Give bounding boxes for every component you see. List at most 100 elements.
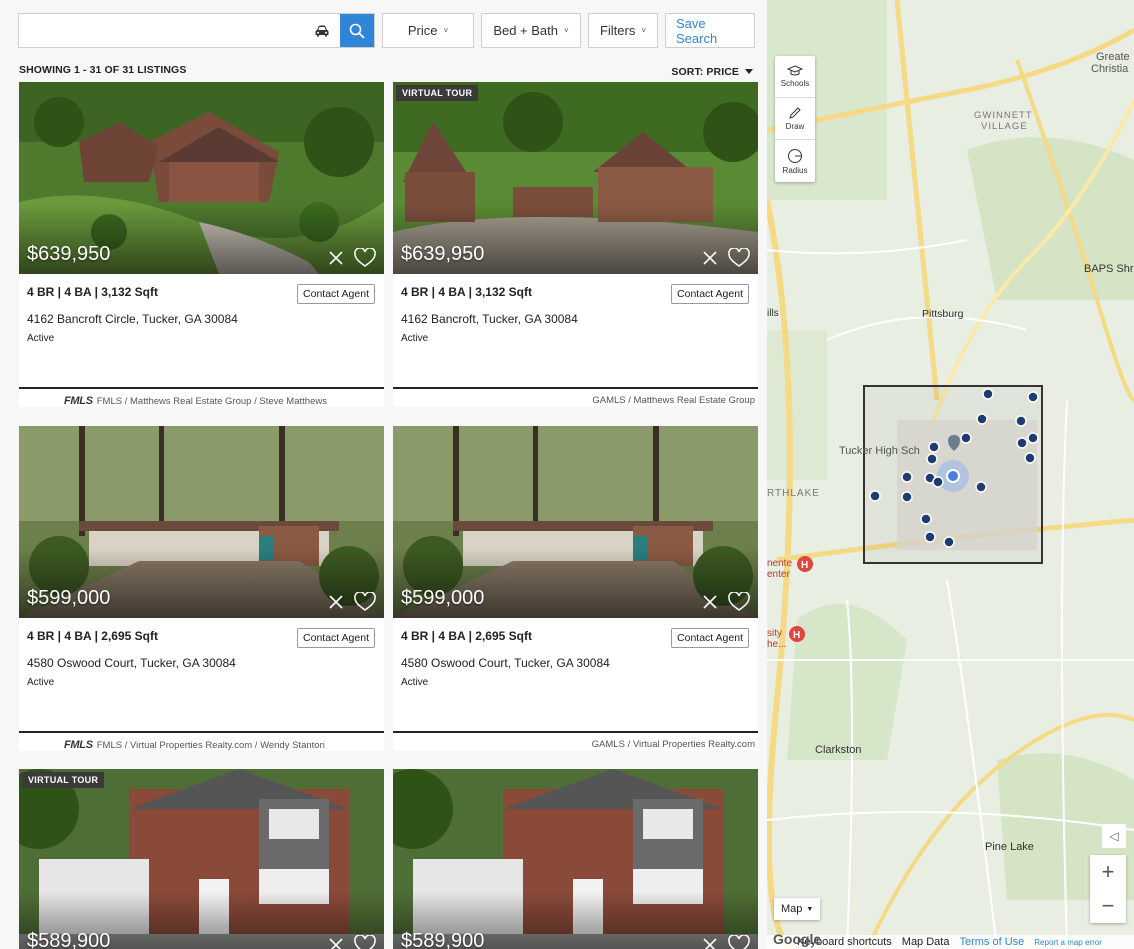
- close-icon[interactable]: [702, 250, 718, 266]
- listing-photo[interactable]: $599,000: [19, 426, 384, 618]
- map-type-dropdown[interactable]: Map ▼: [774, 898, 821, 920]
- listing-pin[interactable]: [943, 536, 955, 548]
- listing-address[interactable]: 4162 Bancroft Circle, Tucker, GA 30084: [27, 312, 238, 326]
- listing-pin[interactable]: [1027, 391, 1039, 403]
- listing-card[interactable]: $589,900: [393, 769, 758, 949]
- bed-bath-filter-button[interactable]: Bed + Bath ˅: [481, 13, 581, 48]
- map-panel[interactable]: H H GWINNETT VILLAGE Pittsburg Tucker Hi…: [767, 0, 1134, 949]
- price-filter-button[interactable]: Price ˅: [382, 13, 474, 48]
- listing-card[interactable]: VIRTUAL TOUR $589,900: [19, 769, 384, 949]
- results-header: SHOWING 1 - 31 OF 31 LISTINGS SORT: PRIC…: [19, 64, 753, 80]
- listing-photo[interactable]: $639,950: [19, 82, 384, 274]
- photo-actions: [702, 248, 750, 268]
- terms-of-use-link[interactable]: Terms of Use: [959, 936, 1024, 948]
- map-label-center: nente: [767, 558, 793, 569]
- listing-pin[interactable]: [1016, 437, 1028, 449]
- card-divider: [19, 387, 384, 389]
- listing-photo[interactable]: VIRTUAL TOUR $589,900: [19, 769, 384, 949]
- listing-card[interactable]: $599,000 4 BR | 4 BA | 2,695 Sqft Contac…: [393, 426, 758, 751]
- map-label-northlake: RTHLAKE: [767, 488, 820, 499]
- search-button[interactable]: [340, 14, 374, 47]
- map-label-hills: ills: [767, 308, 779, 319]
- map-label-baps: BAPS Shr: [1084, 263, 1134, 275]
- svg-text:H: H: [801, 560, 808, 571]
- heart-icon[interactable]: [728, 935, 750, 949]
- draw-label: Draw: [785, 122, 805, 131]
- listing-pin[interactable]: [901, 491, 913, 503]
- photo-actions: [328, 935, 376, 949]
- chevron-down-icon: ˅: [564, 26, 569, 35]
- save-search-button[interactable]: Save Search: [665, 13, 755, 48]
- source-text: FMLS / Matthews Real Estate Group / Stev…: [96, 395, 327, 407]
- photo-actions: [328, 592, 376, 612]
- listing-pin[interactable]: [982, 388, 994, 400]
- listing-photo[interactable]: $589,900: [393, 769, 758, 949]
- map-label-tucker-high: Tucker High Sch: [839, 445, 920, 457]
- close-icon[interactable]: [328, 250, 344, 266]
- map-canvas[interactable]: H H: [767, 0, 1134, 949]
- report-map-error-link[interactable]: Report a map error: [1034, 938, 1102, 947]
- app: Price ˅ Bed + Bath ˅ Filters ˅ Save Search …: [0, 0, 1134, 949]
- contact-agent-button[interactable]: Contact Agent: [671, 628, 749, 648]
- heart-icon[interactable]: [728, 248, 750, 268]
- listing-card[interactable]: $599,000 4 BR | 4 BA | 2,695 Sqft Contac…: [19, 426, 384, 751]
- listing-pin[interactable]: [920, 513, 932, 525]
- filters-label: Filters: [599, 23, 636, 38]
- heart-icon[interactable]: [354, 248, 376, 268]
- radius-tool[interactable]: Radius: [775, 140, 815, 182]
- zoom-in-button[interactable]: +: [1090, 855, 1126, 889]
- contact-agent-button[interactable]: Contact Agent: [297, 284, 375, 304]
- map-tools: Schools Draw Radius: [775, 56, 815, 182]
- search-input[interactable]: [19, 14, 304, 47]
- listing-pin[interactable]: [975, 481, 987, 493]
- card-divider: [19, 731, 384, 733]
- close-icon[interactable]: [702, 937, 718, 949]
- navigation-arrow-icon: ◁: [1109, 829, 1119, 843]
- locate-me-button[interactable]: ◁: [1102, 824, 1126, 848]
- listing-pin[interactable]: [926, 453, 938, 465]
- listing-pin[interactable]: [1015, 415, 1027, 427]
- car-icon[interactable]: [304, 14, 340, 47]
- card-divider: [393, 731, 758, 733]
- listing-card[interactable]: $639,950 4 BR | 4 BA | 3,132 Sqft Contac…: [19, 82, 384, 407]
- listing-pin[interactable]: [901, 471, 913, 483]
- listing-pin[interactable]: [932, 476, 944, 488]
- listings-panel: Price ˅ Bed + Bath ˅ Filters ˅ Save Search …: [0, 0, 767, 949]
- sort-dropdown[interactable]: SORT: PRICE: [671, 64, 753, 80]
- listing-photo[interactable]: $599,000: [393, 426, 758, 618]
- listing-specs: 4 BR | 4 BA | 2,695 Sqft: [401, 629, 532, 643]
- listing-pin[interactable]: [928, 441, 940, 453]
- map-type-label: Map: [781, 903, 803, 915]
- schools-label: Schools: [780, 79, 810, 88]
- listing-address[interactable]: 4162 Bancroft, Tucker, GA 30084: [401, 312, 578, 326]
- listing-address[interactable]: 4580 Oswood Court, Tucker, GA 30084: [401, 656, 610, 670]
- heart-icon[interactable]: [354, 592, 376, 612]
- close-icon[interactable]: [328, 937, 344, 949]
- listing-pin[interactable]: [1027, 432, 1039, 444]
- map-label-pine-lake: Pine Lake: [985, 841, 1034, 853]
- zoom-out-button[interactable]: −: [1090, 889, 1126, 923]
- listing-pin[interactable]: [960, 432, 972, 444]
- close-icon[interactable]: [328, 594, 344, 610]
- map-data-link[interactable]: Map Data: [902, 936, 950, 948]
- zoom-controls: + −: [1090, 855, 1126, 923]
- contact-agent-button[interactable]: Contact Agent: [297, 628, 375, 648]
- listing-pin[interactable]: [1024, 452, 1036, 464]
- chevron-down-icon: ˅: [641, 26, 647, 35]
- listing-status: Active: [27, 677, 55, 688]
- heart-icon[interactable]: [728, 592, 750, 612]
- listing-pin[interactable]: [976, 413, 988, 425]
- listing-card[interactable]: VIRTUAL TOUR $639,950 4 BR | 4 BA | 3,13…: [393, 82, 758, 407]
- contact-agent-button[interactable]: Contact Agent: [671, 284, 749, 304]
- listing-pin[interactable]: [924, 531, 936, 543]
- filters-button[interactable]: Filters ˅: [588, 13, 658, 48]
- heart-icon[interactable]: [354, 935, 376, 949]
- schools-tool[interactable]: Schools: [775, 56, 815, 98]
- listing-pin[interactable]: [869, 490, 881, 502]
- listing-source: FMLS FMLS / Virtual Properties Realty.com…: [64, 739, 325, 751]
- close-icon[interactable]: [702, 594, 718, 610]
- listing-address[interactable]: 4580 Oswood Court, Tucker, GA 30084: [27, 656, 236, 670]
- draw-tool[interactable]: Draw: [775, 98, 815, 140]
- results-count: SHOWING 1 - 31 OF 31 LISTINGS: [19, 64, 187, 76]
- listing-photo[interactable]: VIRTUAL TOUR $639,950: [393, 82, 758, 274]
